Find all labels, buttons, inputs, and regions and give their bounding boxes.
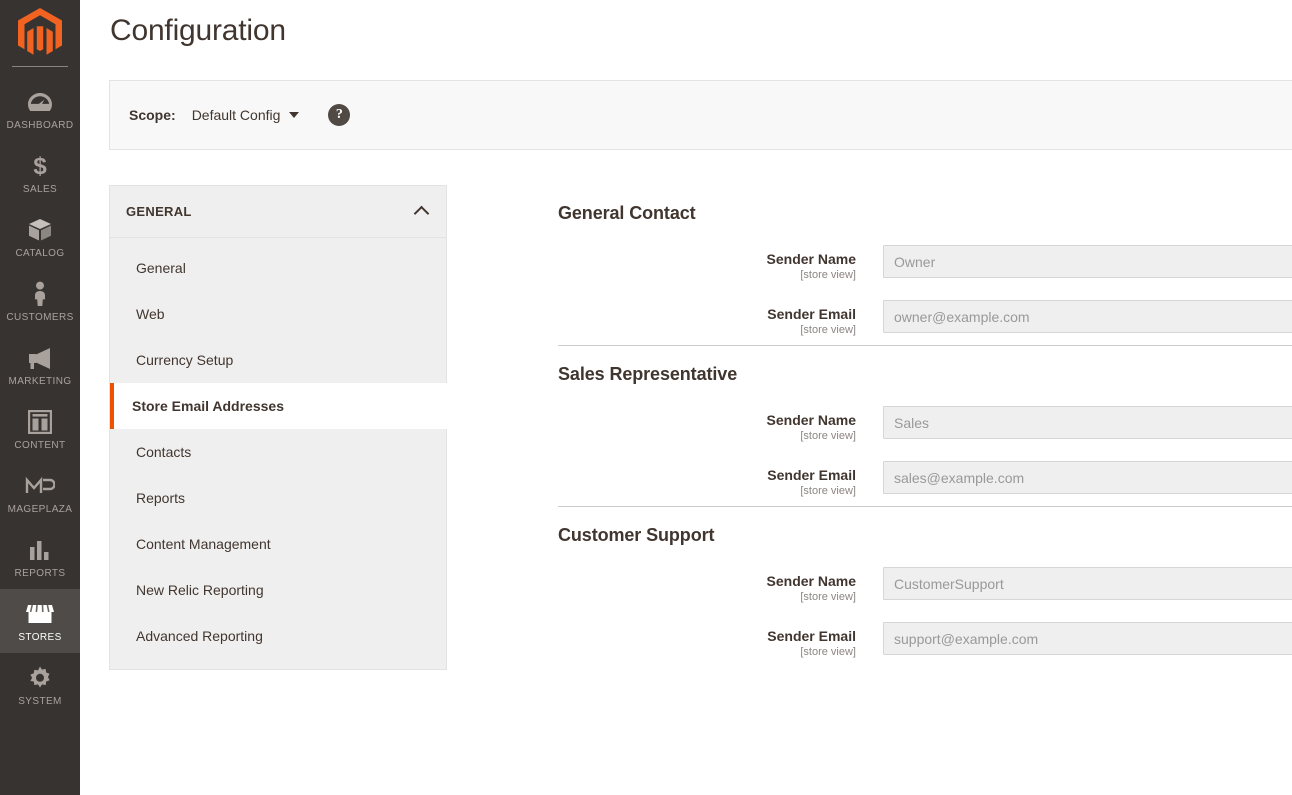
field-general-contact-sender-email: Sender Email [store view]: [558, 300, 1292, 338]
sender-name-input[interactable]: [883, 406, 1292, 439]
config-nav-item-reports[interactable]: Reports: [110, 475, 446, 521]
fieldset-general-contact: General Contact Sender Name [store view]…: [558, 185, 1292, 345]
fieldset-legend: General Contact: [558, 203, 696, 223]
field-customer-support-sender-name: Sender Name [store view]: [558, 567, 1292, 605]
field-general-contact-sender-name: Sender Name [store view]: [558, 245, 1292, 283]
sidebar-item-reports[interactable]: REPORTS: [0, 525, 80, 589]
gear-icon: [2, 664, 78, 692]
sidebar-item-system[interactable]: SYSTEM: [0, 653, 80, 717]
sidebar-divider: [12, 66, 68, 67]
fieldset-customer-support: Customer Support Sender Name [store view…: [558, 506, 1292, 667]
field-label-box: Sender Email [store view]: [558, 461, 883, 499]
sidebar-item-catalog[interactable]: CATALOG: [0, 205, 80, 269]
config-nav-item-currency-setup[interactable]: Currency Setup: [110, 337, 446, 383]
storefront-icon: [2, 600, 78, 628]
sidebar-item-label: CONTENT: [14, 440, 66, 451]
dollar-sign-icon: $: [2, 152, 78, 180]
config-nav-item-advanced-reporting[interactable]: Advanced Reporting: [110, 613, 446, 659]
field-label: Sender Name: [766, 573, 856, 589]
svg-text:$: $: [33, 153, 47, 179]
scope-switcher[interactable]: Default Config: [192, 107, 300, 123]
dashboard-gauge-icon: [2, 88, 78, 116]
chevron-down-icon: [289, 112, 300, 118]
help-icon[interactable]: ?: [328, 104, 351, 126]
config-nav-panel: GENERAL General Web Currency Setup Store…: [109, 185, 447, 670]
sidebar-item-label: MAGEPLAZA: [7, 504, 73, 515]
field-label: Sender Email: [767, 306, 856, 322]
fieldset-sales-representative: Sales Representative Sender Name [store …: [558, 345, 1292, 506]
sender-email-input[interactable]: [883, 461, 1292, 494]
sidebar-item-content[interactable]: CONTENT: [0, 397, 80, 461]
config-nav-item-general[interactable]: General: [110, 245, 446, 291]
field-sales-representative-sender-name: Sender Name [store view]: [558, 406, 1292, 444]
sidebar-item-marketing[interactable]: MARKETING: [0, 333, 80, 397]
sender-email-input[interactable]: [883, 622, 1292, 655]
sender-email-input[interactable]: [883, 300, 1292, 333]
main-content-area: Configuration Scope: Default Config ? GE…: [80, 0, 1292, 795]
field-label: Sender Email: [767, 467, 856, 483]
field-customer-support-sender-email: Sender Email [store view]: [558, 622, 1292, 660]
field-label: Sender Name: [766, 251, 856, 267]
field-scope-note: [store view]: [800, 324, 856, 336]
sender-name-input[interactable]: [883, 567, 1292, 600]
config-nav-item-content-management[interactable]: Content Management: [110, 521, 446, 567]
sidebar-item-sales[interactable]: $ SALES: [0, 141, 80, 205]
sidebar-item-label: CUSTOMERS: [6, 312, 74, 323]
fieldset-legend: Sales Representative: [558, 364, 738, 384]
scope-bar: Scope: Default Config ?: [109, 80, 1292, 150]
sidebar-item-label: CATALOG: [15, 248, 65, 259]
scope-selected-value: Default Config: [191, 107, 281, 123]
sidebar-item-stores[interactable]: STORES: [0, 589, 80, 653]
scope-label: Scope:: [129, 107, 176, 123]
mageplaza-icon: [2, 472, 78, 500]
config-nav-item-web[interactable]: Web: [110, 291, 446, 337]
config-nav-item-contacts[interactable]: Contacts: [110, 429, 446, 475]
field-label-box: Sender Name [store view]: [558, 567, 883, 605]
sidebar-item-label: SYSTEM: [18, 696, 62, 707]
bar-chart-icon: [2, 536, 78, 564]
field-label-box: Sender Email [store view]: [558, 300, 883, 338]
config-nav-item-store-email-addresses[interactable]: Store Email Addresses: [110, 383, 447, 429]
field-label-box: Sender Name [store view]: [558, 245, 883, 283]
sidebar-item-customers[interactable]: CUSTOMERS: [0, 269, 80, 333]
person-icon: [2, 280, 78, 308]
page-title: Configuration: [110, 14, 286, 47]
magento-logo-icon: [18, 8, 62, 55]
sidebar-item-label: REPORTS: [14, 568, 66, 579]
layout-panels-icon: [2, 408, 78, 436]
sidebar-item-dashboard[interactable]: DASHBOARD: [0, 77, 80, 141]
field-label: Sender Email: [767, 628, 856, 644]
megaphone-icon: [2, 344, 78, 372]
admin-sidebar: DASHBOARD $ SALES CATALOG CUSTOMERS MARK…: [0, 0, 80, 795]
sidebar-item-label: STORES: [18, 632, 62, 643]
field-scope-note: [store view]: [800, 485, 856, 497]
fieldset-legend: Customer Support: [558, 525, 715, 545]
field-scope-note: [store view]: [800, 430, 856, 442]
magento-logo[interactable]: [0, 0, 80, 66]
field-scope-note: [store view]: [800, 591, 856, 603]
field-sales-representative-sender-email: Sender Email [store view]: [558, 461, 1292, 499]
chevron-up-icon: [413, 205, 430, 222]
field-label-box: Sender Email [store view]: [558, 622, 883, 660]
field-label: Sender Name: [766, 412, 856, 428]
sidebar-item-label: MARKETING: [8, 376, 72, 387]
box-icon: [2, 216, 78, 244]
config-nav-item-new-relic-reporting[interactable]: New Relic Reporting: [110, 567, 446, 613]
field-scope-note: [store view]: [800, 269, 856, 281]
sidebar-item-mageplaza[interactable]: MAGEPLAZA: [0, 461, 80, 525]
sender-name-input[interactable]: [883, 245, 1292, 278]
field-scope-note: [store view]: [800, 646, 856, 658]
config-section-body: General Web Currency Setup Store Email A…: [109, 238, 447, 670]
sidebar-item-label: SALES: [22, 184, 58, 195]
field-label-box: Sender Name [store view]: [558, 406, 883, 444]
sidebar-item-label: DASHBOARD: [6, 120, 74, 131]
config-section-general[interactable]: GENERAL: [109, 185, 447, 238]
config-section-title: GENERAL: [126, 204, 192, 219]
config-form: General Contact Sender Name [store view]…: [558, 185, 1292, 667]
